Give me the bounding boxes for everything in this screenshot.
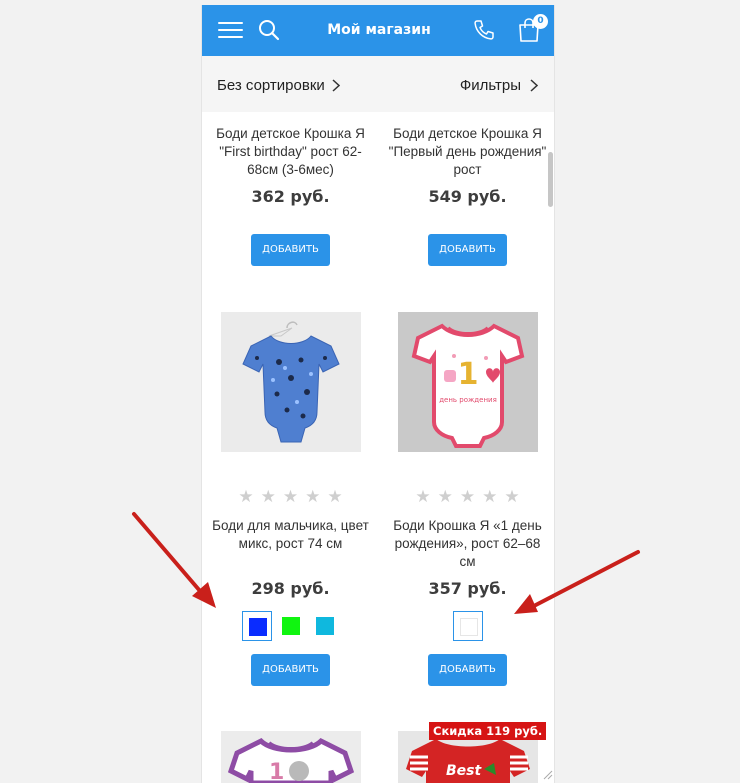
chevron-right-icon: [332, 78, 340, 92]
discount-badge: Скидка 119 руб.: [429, 722, 547, 740]
annotation-arrow-left: [132, 512, 216, 608]
star-icon[interactable]: ★: [415, 488, 430, 506]
print-text: Best: [446, 763, 482, 779]
sort-label: Без сортировки: [217, 76, 325, 94]
swatch-fill: [249, 618, 267, 636]
star-icon[interactable]: ★: [460, 488, 475, 506]
product-image[interactable]: [221, 312, 361, 452]
bodysuit-first-birthday-image: 1 день рождения: [398, 312, 538, 452]
add-to-cart-button[interactable]: ДОБАВИТЬ: [428, 234, 507, 266]
color-options: [202, 611, 379, 641]
resize-handle-icon[interactable]: [541, 768, 553, 780]
hamburger-menu-icon[interactable]: [218, 20, 243, 40]
color-swatch-cyan[interactable]: [310, 611, 340, 641]
cart-count-badge: 0: [533, 14, 548, 29]
add-to-cart-button[interactable]: ДОБАВИТЬ: [251, 654, 330, 686]
filter-button[interactable]: Фильтры: [460, 74, 538, 96]
scrollbar-thumb[interactable]: [548, 152, 553, 207]
color-swatch-blue[interactable]: [242, 611, 272, 641]
star-icon[interactable]: ★: [283, 488, 298, 506]
product-card[interactable]: ★ ★ ★ ★ ★ Боди для мальчика, цвет микс, …: [202, 312, 379, 692]
rating-stars[interactable]: ★ ★ ★ ★ ★: [202, 488, 379, 506]
product-image[interactable]: 1 день рождения: [398, 312, 538, 452]
product-name[interactable]: Боди детское Крошка Я "First birthday" р…: [210, 125, 371, 179]
product-name[interactable]: Боди для мальчика, цвет микс, рост 74 см: [210, 517, 371, 553]
top-app-bar: Мой магазин 0: [202, 5, 554, 56]
star-icon[interactable]: ★: [238, 488, 253, 506]
sort-button[interactable]: Без сортировки: [217, 74, 340, 96]
star-icon[interactable]: ★: [305, 488, 320, 506]
rating-stars[interactable]: ★ ★ ★ ★ ★: [379, 488, 554, 506]
product-name[interactable]: Боди детское Крошка Я "Первый день рожде…: [387, 125, 548, 179]
print-caption: день рождения: [439, 396, 497, 404]
sort-filter-bar: Без сортировки Фильтры: [202, 56, 554, 112]
star-icon[interactable]: ★: [504, 488, 519, 506]
shop-screen: Мой магазин 0 Без сортировки Фильтры Бод…: [201, 5, 555, 783]
annotation-arrow-right: [514, 550, 640, 614]
phone-icon[interactable]: [472, 18, 496, 42]
chevron-right-icon: [530, 78, 538, 92]
product-price: 362 руб.: [251, 187, 330, 206]
product-image[interactable]: 1: [221, 731, 361, 783]
star-icon[interactable]: ★: [438, 488, 453, 506]
add-to-cart-button[interactable]: ДОБАВИТЬ: [428, 654, 507, 686]
print-number: 1: [458, 357, 479, 392]
app-title: Мой магазин: [327, 22, 431, 38]
star-icon[interactable]: ★: [327, 488, 342, 506]
product-card[interactable]: Боди детское Крошка Я "Первый день рожде…: [379, 112, 554, 282]
color-swatch-white[interactable]: [453, 611, 483, 641]
product-price: 298 руб.: [251, 579, 330, 598]
swatch-fill: [460, 618, 478, 636]
product-price: 549 руб.: [428, 187, 507, 206]
search-icon[interactable]: [258, 19, 280, 41]
product-card[interactable]: 1 день рождения ★ ★ ★ ★ ★ Боди Крошка Я …: [379, 312, 554, 692]
star-icon[interactable]: ★: [482, 488, 497, 506]
color-swatch-green[interactable]: [276, 611, 306, 641]
product-card[interactable]: Боди детское Крошка Я "First birthday" р…: [202, 112, 379, 282]
filter-label: Фильтры: [459, 76, 521, 94]
print-number: 1: [269, 760, 284, 783]
star-icon[interactable]: ★: [261, 488, 276, 506]
swatch-fill: [282, 617, 300, 635]
add-to-cart-button[interactable]: ДОБАВИТЬ: [251, 234, 330, 266]
bodysuit-blue-image: [221, 312, 361, 452]
swatch-fill: [316, 617, 334, 635]
product-card[interactable]: 1: [202, 731, 379, 783]
bodysuit-purple-image: 1: [221, 731, 361, 783]
